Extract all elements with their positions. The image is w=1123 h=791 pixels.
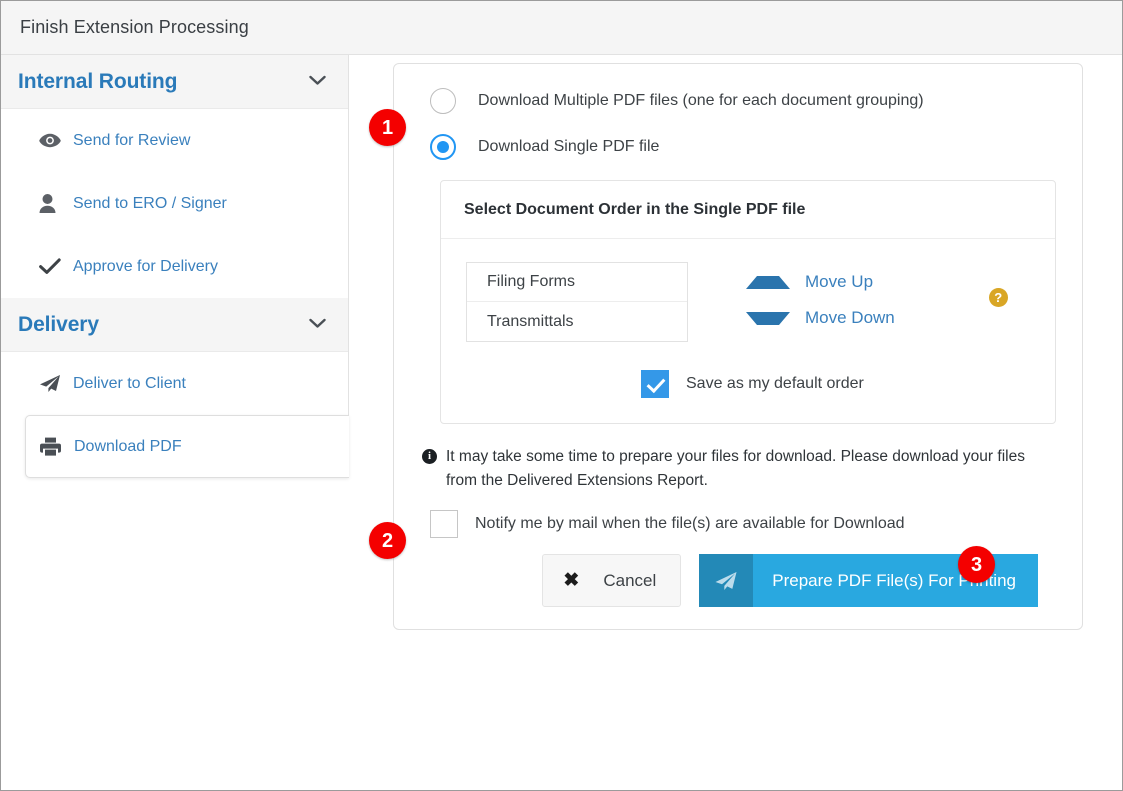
notify-by-mail-label: Notify me by mail when the file(s) are a… — [475, 515, 905, 533]
eye-icon — [39, 133, 65, 148]
chevron-down-icon[interactable] — [309, 317, 326, 332]
option-label: Download Single PDF file — [478, 138, 660, 155]
document-order-heading: Select Document Order in the Single PDF … — [441, 181, 1055, 239]
download-options-card: Download Multiple PDF files (one for eac… — [393, 63, 1083, 631]
document-order-body: Filing Forms Transmittals Move Up Move D… — [441, 239, 1055, 423]
cancel-button-label: Cancel — [603, 570, 657, 590]
list-item[interactable]: Filing Forms — [467, 263, 687, 302]
notify-by-mail-checkbox[interactable] — [430, 510, 458, 539]
document-list[interactable]: Filing Forms Transmittals — [466, 262, 688, 342]
sidebar-section-internal-routing[interactable]: Internal Routing — [1, 55, 348, 109]
option-download-single[interactable]: Download Single PDF file — [420, 134, 1056, 160]
sidebar-item-download-pdf[interactable]: Download PDF — [25, 415, 349, 478]
help-icon[interactable]: ? — [988, 288, 1008, 307]
chevron-down-icon[interactable] — [309, 74, 326, 89]
step-badge-1: 1 — [369, 109, 406, 146]
paper-plane-icon — [699, 554, 754, 608]
printer-icon — [40, 437, 66, 456]
sidebar-item-deliver-to-client[interactable]: Deliver to Client — [1, 352, 348, 415]
triangle-down-icon — [746, 311, 790, 325]
check-icon — [39, 258, 65, 275]
sidebar-section-title: Internal Routing — [18, 69, 178, 93]
window-body: Internal Routing Send for Review Send to… — [1, 55, 1122, 790]
move-down-button[interactable]: Move Down — [746, 300, 895, 336]
sidebar-item-label: Download PDF — [74, 437, 182, 455]
step-badge-3: 3 — [958, 546, 995, 583]
list-item[interactable]: Transmittals — [467, 302, 687, 341]
radio-download-single[interactable] — [430, 134, 456, 160]
close-icon: ✖ — [563, 570, 580, 592]
sidebar-item-label: Send to ERO / Signer — [73, 194, 227, 212]
sidebar-item-label: Approve for Delivery — [73, 257, 218, 275]
sidebar-item-send-for-review[interactable]: Send for Review — [1, 109, 348, 172]
sidebar-section-delivery[interactable]: Delivery — [1, 298, 348, 352]
prepare-pdf-button-label: Prepare PDF File(s) For Printing — [772, 570, 1016, 590]
move-controls: Move Up Move Down — [688, 262, 895, 336]
step-badge-2: 2 — [369, 522, 406, 559]
radio-download-multiple[interactable] — [430, 88, 456, 114]
sidebar-item-send-to-ero-signer[interactable]: Send to ERO / Signer — [1, 172, 348, 235]
option-download-multiple[interactable]: Download Multiple PDF files (one for eac… — [420, 88, 1056, 114]
cancel-button[interactable]: ✖ Cancel — [542, 554, 682, 608]
sidebar-item-label: Deliver to Client — [73, 374, 186, 392]
save-default-order-label: Save as my default order — [686, 375, 864, 392]
sidebar-item-label: Send for Review — [73, 131, 191, 149]
move-down-label: Move Down — [805, 308, 895, 327]
note-text: It may take some time to prepare your fi… — [446, 448, 1025, 490]
download-info-note: i It may take some time to prepare your … — [420, 445, 1056, 493]
info-icon: i — [422, 449, 437, 464]
sidebar-item-approve-for-delivery[interactable]: Approve for Delivery — [1, 235, 348, 298]
move-up-button[interactable]: Move Up — [746, 264, 895, 300]
paper-plane-icon — [39, 374, 65, 393]
triangle-up-icon — [746, 275, 790, 289]
page-title: Finish Extension Processing — [20, 17, 249, 37]
option-label: Download Multiple PDF files (one for eac… — [478, 92, 924, 109]
notify-by-mail-row[interactable]: Notify me by mail when the file(s) are a… — [420, 510, 1056, 539]
save-default-order-checkbox[interactable] — [641, 370, 669, 398]
sidebar-section-title: Delivery — [18, 312, 99, 336]
move-up-label: Move Up — [805, 272, 874, 291]
finish-extension-processing-window: Finish Extension Processing Internal Rou… — [0, 0, 1123, 791]
document-order-row: Filing Forms Transmittals Move Up Move D… — [441, 262, 1055, 342]
save-default-order-row[interactable]: Save as my default order — [441, 342, 1055, 423]
sidebar: Internal Routing Send for Review Send to… — [1, 55, 349, 478]
window-titlebar: Finish Extension Processing — [1, 1, 1122, 55]
user-icon — [39, 194, 65, 213]
document-order-panel: Select Document Order in the Single PDF … — [440, 180, 1056, 424]
